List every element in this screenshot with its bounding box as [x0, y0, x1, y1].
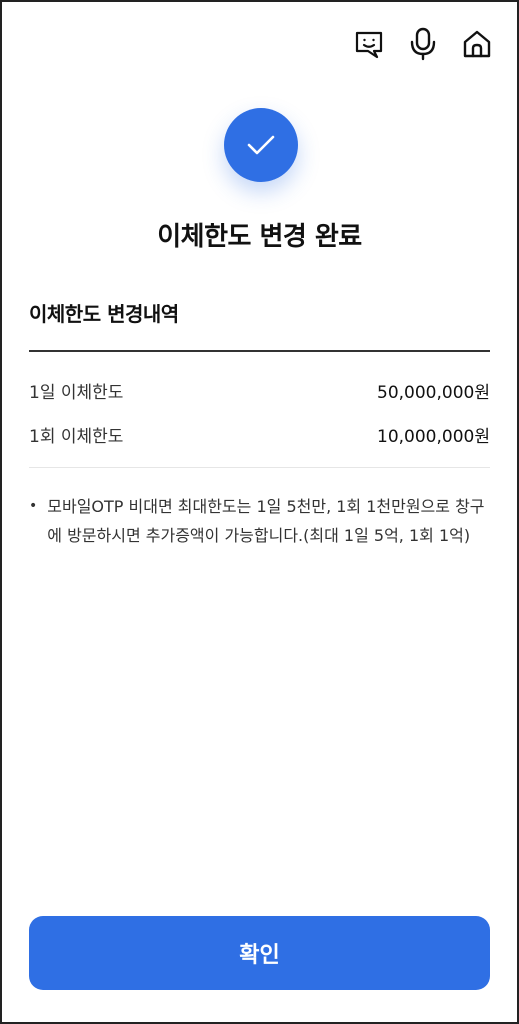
voice-button[interactable]: [407, 26, 439, 62]
limit-label: 1일 이체한도: [29, 383, 124, 403]
limit-value: 50,000,000원: [377, 383, 490, 403]
row-divider: [29, 467, 490, 468]
chatbot-icon: [355, 31, 383, 59]
home-icon: [463, 30, 491, 58]
bullet-icon: •: [29, 498, 38, 514]
screen: 이체한도 변경 완료 이체한도 변경내역 1일 이체한도 50,000,000원…: [0, 0, 519, 1024]
chatbot-button[interactable]: [353, 26, 385, 62]
notice-text: 모바일OTP 비대면 최대한도는 1일 5천만, 1회 1천만원으로 창구에 방…: [47, 497, 485, 545]
top-toolbar: [353, 26, 493, 62]
page-title: 이체한도 변경 완료: [157, 222, 362, 252]
limit-row-daily: 1일 이체한도 50,000,000원: [29, 378, 490, 403]
limit-label: 1회 이체한도: [29, 427, 124, 447]
notice: • 모바일OTP 비대면 최대한도는 1일 5천만, 1회 1천만원으로 창구에…: [29, 492, 490, 550]
limit-value: 10,000,000원: [377, 427, 490, 447]
confirm-button[interactable]: 확인: [29, 916, 490, 990]
limit-row-per-transfer: 1회 이체한도 10,000,000원: [29, 422, 490, 447]
success-badge: [224, 108, 298, 182]
section-title: 이체한도 변경내역: [29, 302, 179, 326]
checkmark-icon: [247, 135, 275, 155]
microphone-icon: [410, 27, 436, 61]
home-button[interactable]: [461, 26, 493, 62]
section-divider: [29, 350, 490, 352]
